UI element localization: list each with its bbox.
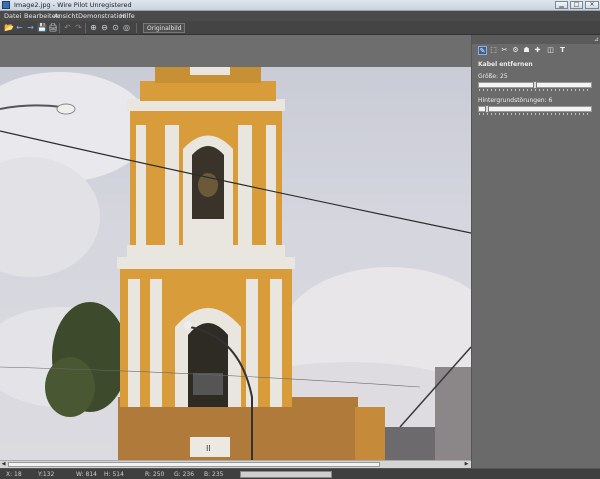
status-y: Y:132 (38, 471, 55, 478)
maximize-button[interactable]: □ (570, 1, 583, 9)
zoom-actual-icon[interactable]: ◎ (122, 23, 131, 32)
photo-canvas[interactable]: II (0, 67, 471, 463)
back-arrow-icon[interactable]: ← (15, 23, 24, 32)
save-icon[interactable]: 💾 (37, 23, 47, 32)
window-title: Image2.jpg - Wire Pilot Unregistered (14, 1, 132, 9)
status-red: R: 250 (145, 471, 165, 478)
wire-removal-tool-icon[interactable]: ✎ (478, 46, 487, 55)
zoom-out-icon[interactable]: ⊖ (100, 23, 109, 32)
status-blue: B: 235 (204, 471, 224, 478)
scroll-right-icon[interactable]: ▶ (463, 461, 470, 468)
heal-tool-icon[interactable]: ✚ (533, 46, 542, 55)
panel-header: ⊿ (472, 35, 600, 44)
forward-arrow-icon[interactable]: → (26, 23, 35, 32)
toolbar-separator (85, 23, 86, 33)
settings-tool-icon[interactable]: ⚙ (511, 46, 520, 55)
size-slider[interactable] (478, 81, 592, 91)
background-noise-label: Hintergrundstörungen: 6 (478, 97, 553, 104)
menu-datei[interactable]: Datei (4, 12, 21, 20)
photo-illustration: II (0, 67, 471, 463)
toolbar-separator (59, 23, 60, 33)
selection-tool-icon[interactable]: ⬚ (489, 46, 498, 55)
status-bar: X: 18 Y:132 W: 814 H: 514 R: 250 G: 236 … (0, 468, 600, 479)
app-icon (2, 1, 10, 9)
horizontal-scrollbar[interactable]: ◀ ▶ (0, 460, 471, 468)
close-button[interactable]: ✕ (585, 1, 599, 9)
svg-text:II: II (206, 444, 211, 453)
menu-bar: Datei Bearbeiten Ansicht Demonstration H… (0, 11, 600, 21)
status-height: H: 514 (104, 471, 124, 478)
menu-hilfe[interactable]: Hilfe (120, 12, 135, 20)
scrollbar-thumb[interactable] (8, 462, 380, 467)
background-noise-slider[interactable] (478, 105, 592, 115)
title-bar[interactable]: Image2.jpg - Wire Pilot Unregistered ▁ □… (0, 0, 600, 11)
status-progress-bar (240, 471, 332, 478)
canvas-area[interactable]: II (0, 35, 471, 463)
undo-icon[interactable]: ↶ (63, 23, 72, 32)
original-image-button[interactable]: Originalbild (143, 23, 186, 33)
status-green: G: 236 (174, 471, 195, 478)
size-slider-knob[interactable] (533, 81, 537, 89)
redo-icon[interactable]: ↷ (74, 23, 83, 32)
tool-palette: ✎ ⬚ ✂ ⚙ ☗ ✚ ◫ T (478, 46, 598, 57)
menu-ansicht[interactable]: Ansicht (54, 12, 78, 20)
slider-ticks (479, 113, 591, 115)
stamp-tool-icon[interactable]: ☗ (522, 46, 531, 55)
scroll-left-icon[interactable]: ◀ (0, 461, 7, 468)
slider-ticks (479, 89, 591, 91)
rectangle-tool-icon[interactable]: ◫ (546, 46, 555, 55)
app-window: Image2.jpg - Wire Pilot Unregistered ▁ □… (0, 0, 600, 479)
background-noise-slider-knob[interactable] (485, 105, 489, 113)
status-width: W: 814 (76, 471, 97, 478)
toolbar: 📂 ← → 💾 🖨 ↶ ↷ ⊕ ⊖ ⊙ ◎ Originalbild (0, 21, 600, 35)
zoom-fit-icon[interactable]: ⊙ (111, 23, 120, 32)
toolbar-separator (136, 23, 137, 33)
open-folder-icon[interactable]: 📂 (4, 23, 14, 32)
cut-tool-icon[interactable]: ✂ (500, 46, 509, 55)
minimize-button[interactable]: ▁ (555, 1, 568, 9)
print-icon[interactable]: 🖨 (48, 23, 58, 32)
zoom-in-icon[interactable]: ⊕ (89, 23, 98, 32)
panel-title: Kabel entfernen (478, 61, 533, 68)
status-x: X: 18 (6, 471, 22, 478)
pin-icon[interactable]: ⊿ (594, 36, 599, 43)
size-label: Größe: 25 (478, 73, 508, 80)
text-tool-icon[interactable]: T (558, 46, 567, 55)
